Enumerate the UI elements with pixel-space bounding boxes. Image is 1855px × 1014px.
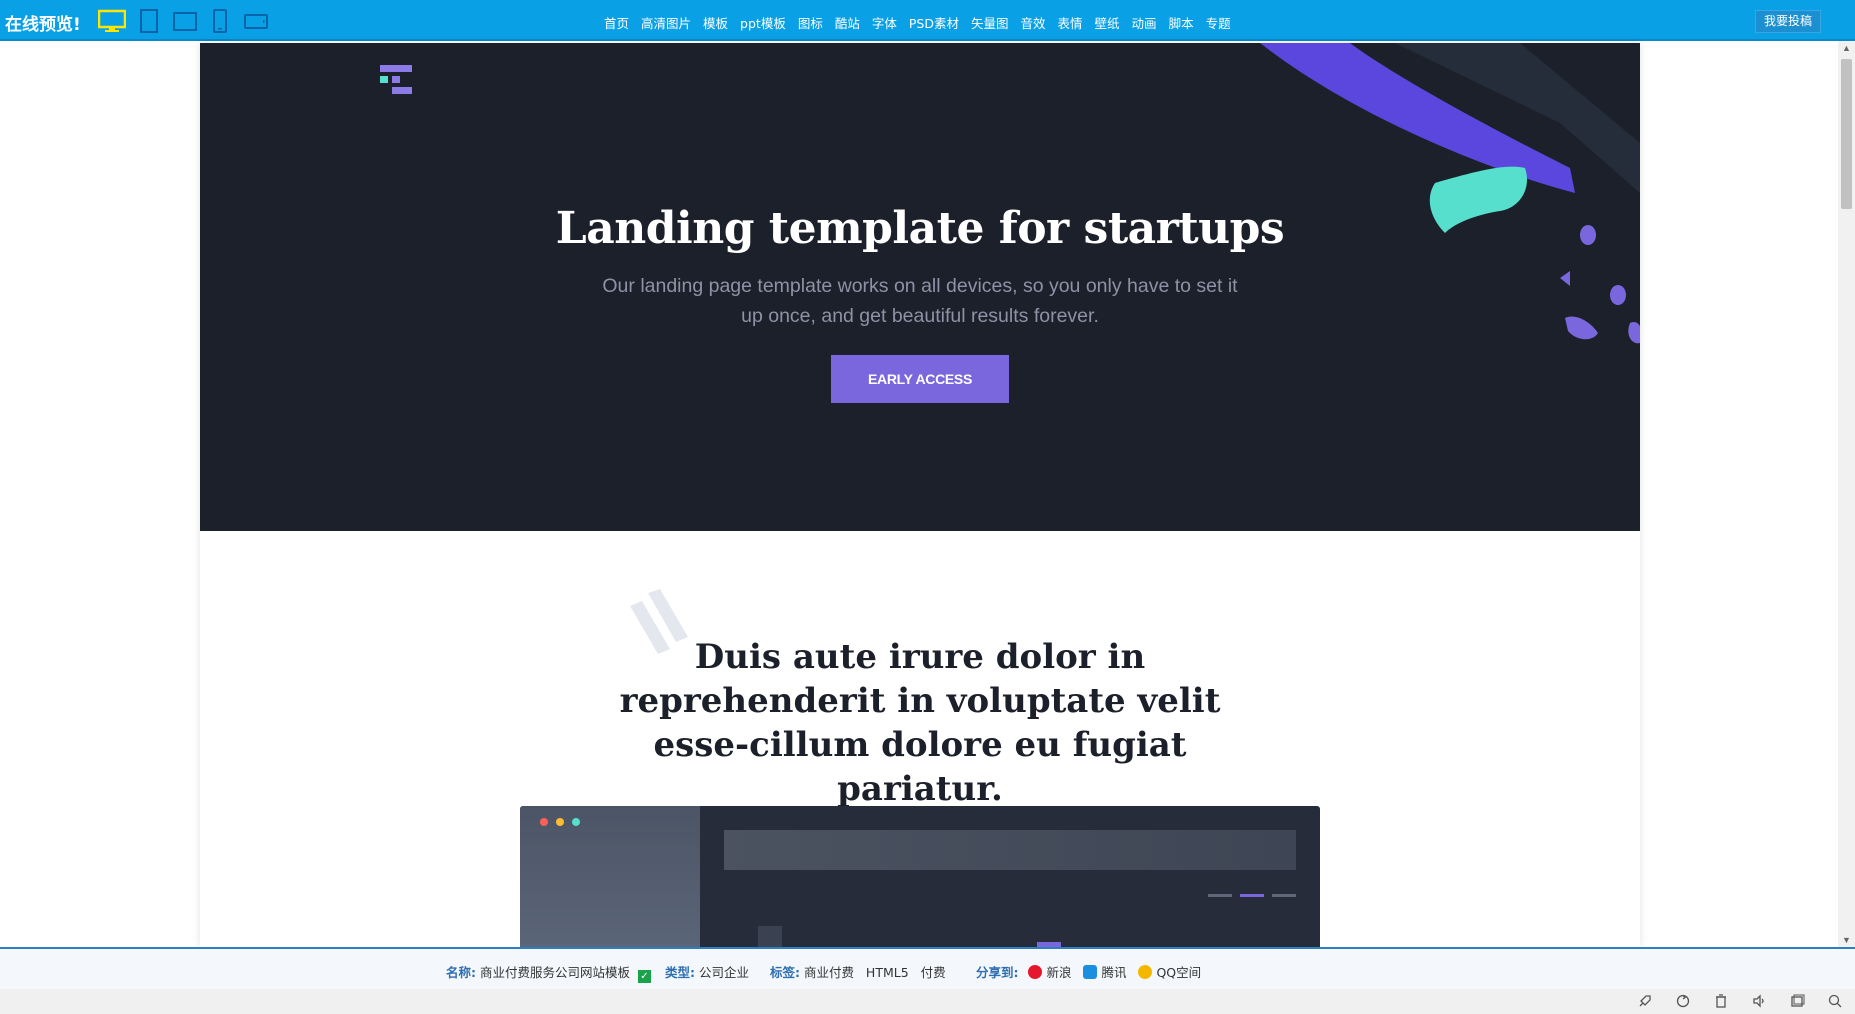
name-value: 商业付费服务公司网站模板 <box>479 965 630 980</box>
template-info-bar: 名称: 商业付费服务公司网站模板 ✓ 类型: 公司企业 标签: 商业付费 HTM… <box>0 947 1855 989</box>
nav-item-fonts[interactable]: 字体 <box>872 13 897 32</box>
nav-item-scripts[interactable]: 脚本 <box>1169 13 1194 32</box>
nav-item-psd[interactable]: PSD素材 <box>909 13 959 32</box>
nav-item-emoticons[interactable]: 表情 <box>1058 13 1083 32</box>
page-scrollbar[interactable]: ▲ ▼ <box>1838 41 1855 947</box>
logo-icon <box>380 65 412 94</box>
tablet-portrait-icon[interactable] <box>138 9 160 33</box>
preview-frame: Landing template for startups Our landin… <box>200 43 1640 947</box>
mockup-tab-3 <box>1272 894 1296 897</box>
window-dot-green <box>572 818 580 826</box>
share-label: 分享到: <box>976 965 1019 980</box>
tencent-icon[interactable] <box>1083 965 1098 979</box>
brand-title: 在线预览! <box>5 15 81 35</box>
nav-item-cool-sites[interactable]: 酷站 <box>835 13 860 32</box>
type-value[interactable]: 公司企业 <box>699 965 749 980</box>
tag-item[interactable]: HTML5 <box>866 965 909 980</box>
early-access-button[interactable]: Early access <box>831 355 1009 403</box>
device-switcher <box>98 9 270 33</box>
window-icon[interactable] <box>1789 993 1805 1009</box>
nav-item-wallpapers[interactable]: 壁纸 <box>1095 13 1120 32</box>
scrollbar-thumb[interactable] <box>1841 59 1852 209</box>
refresh-icon[interactable] <box>1675 993 1691 1009</box>
status-tray <box>1637 993 1843 1009</box>
verified-icon: ✓ <box>637 970 651 983</box>
info-name: 名称: 商业付费服务公司网站模板 ✓ <box>446 962 651 983</box>
dashboard-mockup <box>520 806 1320 947</box>
mockup-tab-2 <box>1240 894 1264 897</box>
share-tencent[interactable]: 腾讯 <box>1101 965 1126 980</box>
tag-item[interactable]: 商业付费 <box>804 965 854 980</box>
share-qzone[interactable]: QQ空间 <box>1156 965 1201 980</box>
submit-work-button[interactable]: 我要投稿 <box>1754 10 1821 33</box>
nav-item-templates[interactable]: 模板 <box>703 13 728 32</box>
hero-title: Landing template for startups <box>555 203 1285 254</box>
mockup-sidebar <box>520 806 700 947</box>
nav-item-home[interactable]: 首页 <box>604 13 629 32</box>
mockup-block <box>758 926 782 947</box>
desktop-icon[interactable] <box>98 9 126 33</box>
trash-icon[interactable] <box>1713 993 1729 1009</box>
mockup-header-bar <box>724 830 1296 870</box>
browser-status-bar <box>0 989 1855 1014</box>
nav-item-animations[interactable]: 动画 <box>1132 13 1157 32</box>
window-dot-yellow <box>556 818 564 826</box>
nav-item-ppt-templates[interactable]: ppt模板 <box>740 13 786 32</box>
top-toolbar: 在线预览! 首页 高清图片 模板 ppt模板 图标 酷站 字体 PSD素材 矢量… <box>0 0 1855 41</box>
qzone-icon[interactable] <box>1138 965 1153 979</box>
phone-portrait-icon[interactable] <box>210 9 230 33</box>
rocket-icon[interactable] <box>1637 993 1653 1009</box>
hero-subtitle: Our landing page template works on all d… <box>602 275 1238 327</box>
window-dot-red <box>540 818 548 826</box>
top-nav: 首页 高清图片 模板 ppt模板 图标 酷站 字体 PSD素材 矢量图 音效 表… <box>604 13 1231 32</box>
info-share: 分享到: 新浪 腾讯 QQ空间 <box>976 962 1201 981</box>
nav-item-hd-images[interactable]: 高清图片 <box>641 13 691 32</box>
phone-landscape-icon[interactable] <box>242 9 270 33</box>
scroll-up-icon[interactable]: ▲ <box>1842 43 1851 53</box>
scroll-down-icon[interactable]: ▼ <box>1842 935 1851 945</box>
tags-label: 标签: <box>770 965 800 980</box>
feature-section: Duis aute irure dolor in reprehenderit i… <box>200 531 1640 947</box>
share-weibo[interactable]: 新浪 <box>1046 965 1071 980</box>
type-label: 类型: <box>665 965 695 980</box>
info-tags: 标签: 商业付费 HTML5 付费 <box>770 962 946 981</box>
hero-section: Landing template for startups Our landin… <box>200 43 1640 531</box>
search-icon[interactable] <box>1827 993 1843 1009</box>
tag-item[interactable]: 付费 <box>921 965 946 980</box>
nav-item-sound-effects[interactable]: 音效 <box>1021 13 1046 32</box>
weibo-icon[interactable] <box>1028 965 1043 979</box>
section-heading: Duis aute irure dolor in reprehenderit i… <box>619 637 1221 809</box>
nav-item-vectors[interactable]: 矢量图 <box>971 13 1009 32</box>
volume-icon[interactable] <box>1751 993 1767 1009</box>
info-type: 类型: 公司企业 <box>665 962 749 981</box>
tablet-landscape-icon[interactable] <box>172 9 198 33</box>
nav-item-icons[interactable]: 图标 <box>798 13 823 32</box>
mockup-tab-1 <box>1208 894 1232 897</box>
name-label: 名称: <box>446 965 476 980</box>
nav-item-topics[interactable]: 专题 <box>1206 13 1231 32</box>
